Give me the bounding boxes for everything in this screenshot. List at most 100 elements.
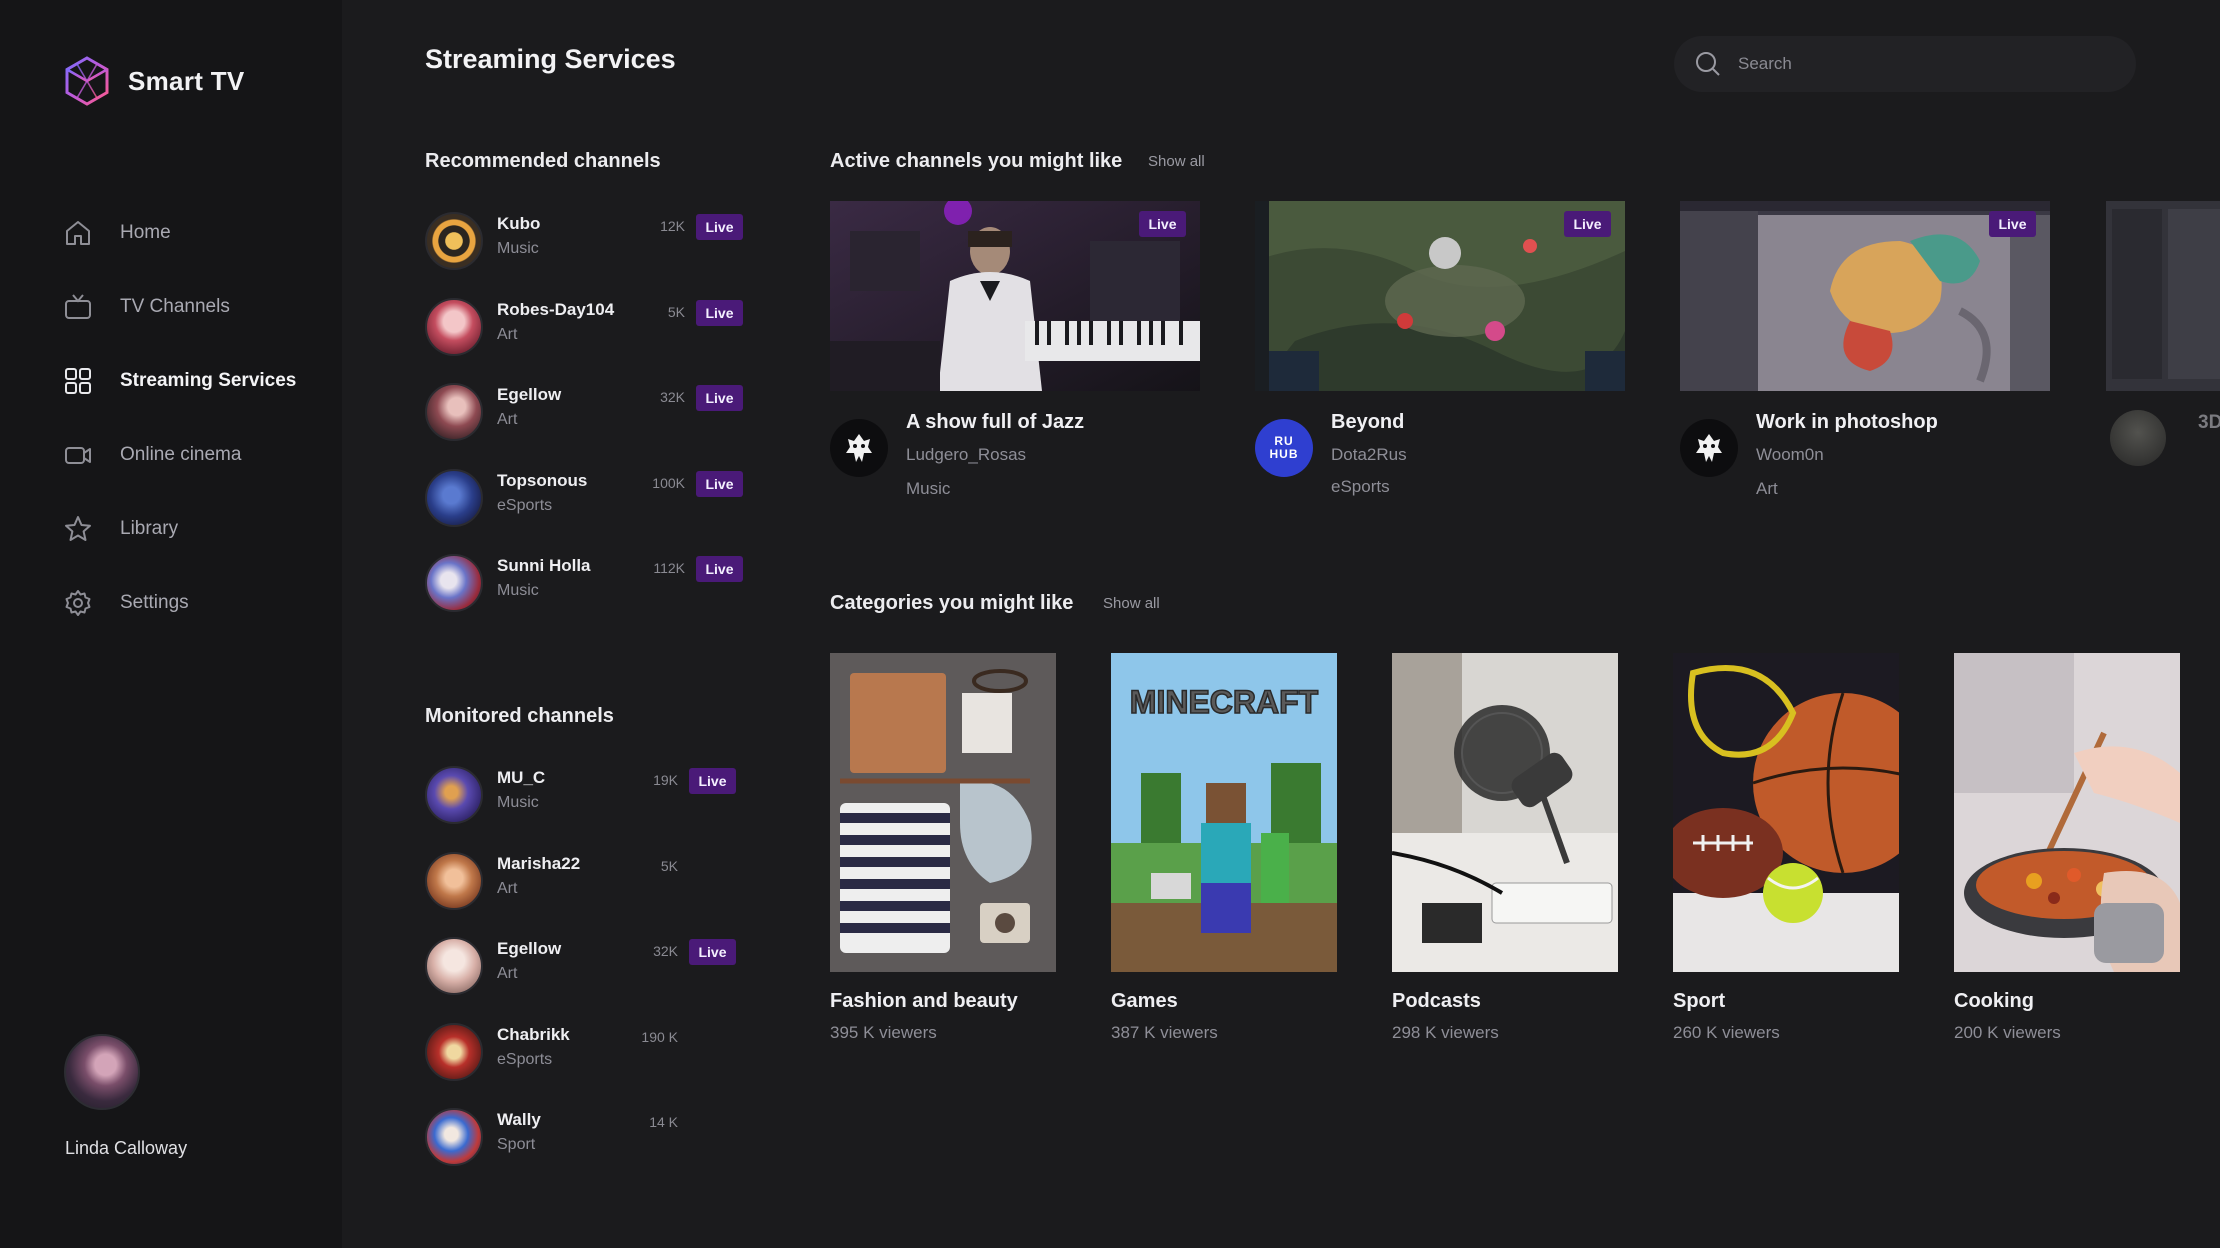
sidebar: Smart TV Home TV Channels Streaming Serv… bbox=[0, 0, 342, 1248]
list-item[interactable]: Wally Sport 14 K bbox=[425, 1108, 738, 1194]
categories-title: Categories you might like bbox=[830, 592, 1074, 614]
avatar bbox=[425, 554, 483, 612]
channel-name: Sunni Holla bbox=[497, 556, 591, 575]
avatar bbox=[425, 851, 483, 910]
list-item[interactable]: Marisha22 Art 5K bbox=[425, 851, 738, 938]
category-card[interactable]: Sport 260 K viewers bbox=[1673, 653, 1899, 1043]
monstercat-logo-icon bbox=[846, 434, 872, 462]
stream-card[interactable]: Live Work in photoshop Woom0n Art bbox=[1680, 201, 2050, 531]
nav-item-tv-channels[interactable]: TV Channels bbox=[62, 270, 296, 344]
search-input[interactable] bbox=[1738, 54, 2118, 74]
stream-thumbnail: Live bbox=[1680, 201, 2050, 391]
viewer-count: 12K bbox=[660, 218, 685, 234]
stream-channel: Ludgero_Rosas bbox=[906, 445, 1027, 464]
active-show-all-link[interactable]: Show all bbox=[1148, 153, 1205, 170]
avatar[interactable] bbox=[64, 1034, 140, 1110]
channel-category: Sport bbox=[497, 1136, 536, 1153]
category-card[interactable]: Cooking 200 K viewers bbox=[1954, 653, 2180, 1043]
avatar bbox=[425, 212, 483, 270]
star-icon bbox=[62, 513, 94, 545]
viewer-count: 19K bbox=[653, 772, 678, 788]
live-badge: Live bbox=[696, 470, 743, 497]
rubhub-logo-text: RU HUB bbox=[1269, 434, 1299, 461]
grid-icon bbox=[62, 365, 94, 397]
channel-name: Chabrikk bbox=[497, 1024, 570, 1044]
brand[interactable]: Smart TV bbox=[62, 56, 245, 106]
stream-thumbnail: Live bbox=[830, 201, 1200, 391]
nav-item-online-cinema[interactable]: Online cinema bbox=[62, 418, 296, 492]
channel-name: Marisha22 bbox=[497, 853, 581, 873]
stream-card-peek[interactable] bbox=[2106, 201, 2220, 391]
avatar: RU HUB bbox=[1255, 419, 1313, 477]
avatar bbox=[425, 937, 483, 995]
nav-item-settings[interactable]: Settings bbox=[62, 566, 296, 640]
channel-category: Art bbox=[497, 965, 518, 982]
list-item[interactable]: Robes-Day104 Art 5K Live bbox=[425, 297, 745, 384]
nav-label: TV Channels bbox=[120, 296, 230, 317]
category-viewers: 395 K viewers bbox=[830, 1023, 937, 1042]
avatar bbox=[1680, 419, 1738, 477]
category-image bbox=[1392, 653, 1618, 972]
recommended-title: Recommended channels bbox=[425, 150, 661, 172]
list-item[interactable]: Topsonous eSports 100K Live bbox=[425, 468, 745, 555]
monitored-title: Monitored channels bbox=[425, 705, 614, 727]
active-channels-title: Active channels you might like bbox=[830, 150, 1123, 172]
category-card[interactable]: Podcasts 298 K viewers bbox=[1392, 653, 1618, 1043]
list-item[interactable]: Kubo Music 12K Live bbox=[425, 212, 745, 298]
category-viewers: 298 K viewers bbox=[1392, 1023, 1499, 1042]
stream-channel: Woom0n bbox=[1756, 445, 1824, 464]
avatar bbox=[425, 1108, 483, 1166]
main-nav: Home TV Channels Streaming Services Onli… bbox=[62, 196, 296, 640]
category-viewers: 387 K viewers bbox=[1111, 1023, 1218, 1042]
live-badge: Live bbox=[696, 299, 743, 326]
categories-show-all-link[interactable]: Show all bbox=[1103, 595, 1160, 612]
category-card[interactable]: MINECRAFT Games 387 K viewers bbox=[1111, 653, 1337, 1043]
category-title: Fashion and beauty bbox=[830, 990, 1018, 1012]
avatar bbox=[425, 468, 483, 527]
viewer-count: 100K bbox=[652, 474, 685, 491]
live-badge: Live bbox=[1989, 211, 2036, 237]
stream-category: Art bbox=[1756, 479, 1778, 498]
nav-item-home[interactable]: Home bbox=[62, 196, 296, 270]
viewer-count: 190 K bbox=[641, 1028, 678, 1045]
nav-item-streaming-services[interactable]: Streaming Services bbox=[62, 344, 296, 418]
viewer-count: 32K bbox=[660, 389, 685, 405]
viewer-count: 32K bbox=[653, 943, 678, 959]
channel-name: Egellow bbox=[497, 939, 562, 958]
category-title: Cooking bbox=[1954, 990, 2034, 1012]
list-item[interactable]: Sunni Holla Music 112K Live bbox=[425, 554, 745, 640]
user-profile[interactable]: Linda Calloway bbox=[64, 1034, 187, 1159]
live-badge: Live bbox=[696, 385, 743, 411]
category-card[interactable]: Fashion and beauty 395 K viewers bbox=[830, 653, 1056, 1043]
category-image: MINECRAFT bbox=[1111, 653, 1337, 972]
search-icon bbox=[1694, 50, 1722, 78]
category-viewers: 260 K viewers bbox=[1673, 1023, 1780, 1042]
stream-channel: Dota2Rus bbox=[1331, 445, 1407, 464]
channel-name: Topsonous bbox=[497, 470, 588, 490]
avatar bbox=[425, 1022, 483, 1081]
nav-item-library[interactable]: Library bbox=[62, 492, 296, 566]
channel-category: Music bbox=[497, 582, 539, 599]
avatar bbox=[425, 766, 483, 824]
search-bar[interactable] bbox=[1674, 36, 2136, 92]
stream-thumbnail: Live bbox=[1255, 201, 1625, 391]
list-item[interactable]: MU_C Music 19K Live bbox=[425, 766, 738, 852]
channel-category: eSports bbox=[497, 1050, 553, 1068]
list-item[interactable]: Egellow Art 32K Live bbox=[425, 383, 745, 469]
channel-category: eSports bbox=[497, 496, 553, 514]
category-image bbox=[1673, 653, 1899, 972]
tv-icon bbox=[62, 291, 94, 323]
smart-tv-logo-icon bbox=[65, 56, 109, 106]
channel-category: Art bbox=[497, 879, 518, 897]
list-item[interactable]: Chabrikk eSports 190 K bbox=[425, 1022, 738, 1109]
nav-label: Library bbox=[120, 518, 179, 539]
stream-card[interactable]: Live RU HUB Beyond Dota2Rus eSports bbox=[1255, 201, 1625, 531]
category-title: Podcasts bbox=[1392, 990, 1481, 1012]
list-item[interactable]: Egellow Art 32K Live bbox=[425, 937, 738, 1023]
stream-category: eSports bbox=[1331, 477, 1390, 496]
channel-name: Robes-Day104 bbox=[497, 299, 615, 319]
stream-title: A show full of Jazz bbox=[906, 411, 1085, 433]
nav-label: Home bbox=[120, 222, 171, 243]
stream-card[interactable]: Live A show full of Jazz Ludgero_Rosas M… bbox=[830, 201, 1200, 531]
monitored-list: MU_C Music 19K Live Marisha22 Art 5K Ege… bbox=[425, 766, 738, 1194]
